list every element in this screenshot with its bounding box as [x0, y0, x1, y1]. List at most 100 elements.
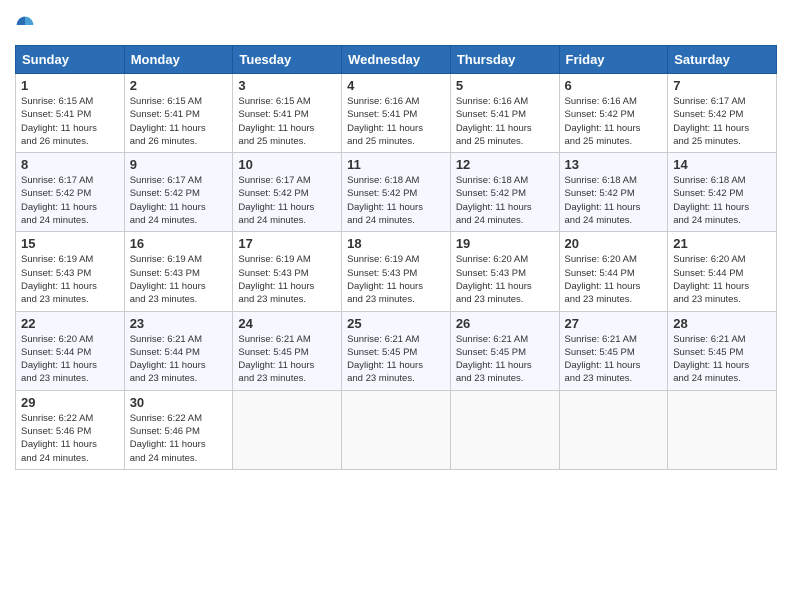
day-number: 25 [347, 316, 445, 331]
calendar-cell: 21 Sunrise: 6:20 AM Sunset: 5:44 PM Dayli… [668, 232, 777, 311]
day-info: Sunrise: 6:21 AM Sunset: 5:45 PM Dayligh… [673, 333, 771, 386]
calendar-cell: 16 Sunrise: 6:19 AM Sunset: 5:43 PM Dayli… [124, 232, 233, 311]
day-number: 6 [565, 78, 663, 93]
day-number: 30 [130, 395, 228, 410]
day-info: Sunrise: 6:18 AM Sunset: 5:42 PM Dayligh… [347, 174, 445, 227]
calendar-cell: 19 Sunrise: 6:20 AM Sunset: 5:43 PM Dayli… [450, 232, 559, 311]
day-info: Sunrise: 6:21 AM Sunset: 5:45 PM Dayligh… [347, 333, 445, 386]
calendar-cell: 4 Sunrise: 6:16 AM Sunset: 5:41 PM Daylig… [342, 74, 451, 153]
day-info: Sunrise: 6:17 AM Sunset: 5:42 PM Dayligh… [673, 95, 771, 148]
calendar-week-row: 29 Sunrise: 6:22 AM Sunset: 5:46 PM Dayli… [16, 390, 777, 469]
calendar-cell: 12 Sunrise: 6:18 AM Sunset: 5:42 PM Dayli… [450, 153, 559, 232]
calendar-cell [342, 390, 451, 469]
day-number: 28 [673, 316, 771, 331]
day-number: 27 [565, 316, 663, 331]
day-info: Sunrise: 6:18 AM Sunset: 5:42 PM Dayligh… [456, 174, 554, 227]
day-number: 7 [673, 78, 771, 93]
day-number: 4 [347, 78, 445, 93]
day-number: 26 [456, 316, 554, 331]
column-header-tuesday: Tuesday [233, 46, 342, 74]
calendar-cell: 17 Sunrise: 6:19 AM Sunset: 5:43 PM Dayli… [233, 232, 342, 311]
column-header-thursday: Thursday [450, 46, 559, 74]
day-number: 15 [21, 236, 119, 251]
day-number: 12 [456, 157, 554, 172]
day-info: Sunrise: 6:15 AM Sunset: 5:41 PM Dayligh… [130, 95, 228, 148]
calendar-cell: 28 Sunrise: 6:21 AM Sunset: 5:45 PM Dayli… [668, 311, 777, 390]
day-number: 9 [130, 157, 228, 172]
day-info: Sunrise: 6:16 AM Sunset: 5:42 PM Dayligh… [565, 95, 663, 148]
calendar-cell [668, 390, 777, 469]
day-number: 23 [130, 316, 228, 331]
day-info: Sunrise: 6:19 AM Sunset: 5:43 PM Dayligh… [238, 253, 336, 306]
calendar-cell: 29Sunrise: 6:22 AM Sunset: 5:46 PM Dayli… [16, 390, 125, 469]
day-number: 8 [21, 157, 119, 172]
day-info: Sunrise: 6:16 AM Sunset: 5:41 PM Dayligh… [347, 95, 445, 148]
day-info: Sunrise: 6:15 AM Sunset: 5:41 PM Dayligh… [21, 95, 119, 148]
day-number: 10 [238, 157, 336, 172]
calendar-cell: 14Sunrise: 6:18 AM Sunset: 5:42 PM Dayli… [668, 153, 777, 232]
calendar-cell [450, 390, 559, 469]
calendar-cell: 13Sunrise: 6:18 AM Sunset: 5:42 PM Dayli… [559, 153, 668, 232]
day-info: Sunrise: 6:21 AM Sunset: 5:45 PM Dayligh… [238, 333, 336, 386]
calendar-cell: 5Sunrise: 6:16 AM Sunset: 5:41 PM Daylig… [450, 74, 559, 153]
day-number: 3 [238, 78, 336, 93]
calendar-cell: 8 Sunrise: 6:17 AM Sunset: 5:42 PM Daylig… [16, 153, 125, 232]
column-header-friday: Friday [559, 46, 668, 74]
column-header-sunday: Sunday [16, 46, 125, 74]
calendar-body: 1 Sunrise: 6:15 AM Sunset: 5:41 PM Daylig… [16, 74, 777, 470]
day-number: 2 [130, 78, 228, 93]
calendar-cell: 24 Sunrise: 6:21 AM Sunset: 5:45 PM Dayli… [233, 311, 342, 390]
day-info: Sunrise: 6:19 AM Sunset: 5:43 PM Dayligh… [347, 253, 445, 306]
day-number: 21 [673, 236, 771, 251]
calendar-week-row: 15 Sunrise: 6:19 AM Sunset: 5:43 PM Dayli… [16, 232, 777, 311]
day-info: Sunrise: 6:19 AM Sunset: 5:43 PM Dayligh… [130, 253, 228, 306]
calendar-cell [233, 390, 342, 469]
day-info: Sunrise: 6:22 AM Sunset: 5:46 PM Dayligh… [130, 412, 228, 465]
calendar-cell: 11 Sunrise: 6:18 AM Sunset: 5:42 PM Dayli… [342, 153, 451, 232]
day-info: Sunrise: 6:20 AM Sunset: 5:43 PM Dayligh… [456, 253, 554, 306]
day-number: 17 [238, 236, 336, 251]
day-info: Sunrise: 6:15 AM Sunset: 5:41 PM Dayligh… [238, 95, 336, 148]
day-number: 16 [130, 236, 228, 251]
day-info: Sunrise: 6:18 AM Sunset: 5:42 PM Dayligh… [565, 174, 663, 227]
calendar-cell: 20 Sunrise: 6:20 AM Sunset: 5:44 PM Dayli… [559, 232, 668, 311]
day-info: Sunrise: 6:21 AM Sunset: 5:44 PM Dayligh… [130, 333, 228, 386]
calendar-cell [559, 390, 668, 469]
day-number: 18 [347, 236, 445, 251]
logo-icon [15, 15, 35, 35]
day-number: 19 [456, 236, 554, 251]
calendar-cell: 25 Sunrise: 6:21 AM Sunset: 5:45 PM Dayli… [342, 311, 451, 390]
calendar-cell: 23 Sunrise: 6:21 AM Sunset: 5:44 PM Dayli… [124, 311, 233, 390]
calendar-cell: 27 Sunrise: 6:21 AM Sunset: 5:45 PM Dayli… [559, 311, 668, 390]
day-number: 11 [347, 157, 445, 172]
day-info: Sunrise: 6:21 AM Sunset: 5:45 PM Dayligh… [565, 333, 663, 386]
day-number: 1 [21, 78, 119, 93]
day-number: 24 [238, 316, 336, 331]
page-header [15, 15, 777, 35]
day-info: Sunrise: 6:19 AM Sunset: 5:43 PM Dayligh… [21, 253, 119, 306]
calendar-cell: 1 Sunrise: 6:15 AM Sunset: 5:41 PM Daylig… [16, 74, 125, 153]
day-number: 29 [21, 395, 119, 410]
calendar-cell: 30 Sunrise: 6:22 AM Sunset: 5:46 PM Dayli… [124, 390, 233, 469]
column-header-saturday: Saturday [668, 46, 777, 74]
calendar-cell: 26 Sunrise: 6:21 AM Sunset: 5:45 PM Dayli… [450, 311, 559, 390]
day-info: Sunrise: 6:21 AM Sunset: 5:45 PM Dayligh… [456, 333, 554, 386]
calendar-cell: 15 Sunrise: 6:19 AM Sunset: 5:43 PM Dayli… [16, 232, 125, 311]
day-info: Sunrise: 6:20 AM Sunset: 5:44 PM Dayligh… [673, 253, 771, 306]
day-number: 20 [565, 236, 663, 251]
calendar-cell: 9 Sunrise: 6:17 AM Sunset: 5:42 PM Daylig… [124, 153, 233, 232]
day-info: Sunrise: 6:17 AM Sunset: 5:42 PM Dayligh… [21, 174, 119, 227]
calendar-cell: 22Sunrise: 6:20 AM Sunset: 5:44 PM Dayli… [16, 311, 125, 390]
day-info: Sunrise: 6:20 AM Sunset: 5:44 PM Dayligh… [565, 253, 663, 306]
logo [15, 15, 39, 35]
calendar-header-row: SundayMondayTuesdayWednesdayThursdayFrid… [16, 46, 777, 74]
calendar-table: SundayMondayTuesdayWednesdayThursdayFrid… [15, 45, 777, 470]
day-number: 14 [673, 157, 771, 172]
column-header-wednesday: Wednesday [342, 46, 451, 74]
calendar-cell: 10Sunrise: 6:17 AM Sunset: 5:42 PM Dayli… [233, 153, 342, 232]
calendar-cell: 7 Sunrise: 6:17 AM Sunset: 5:42 PM Daylig… [668, 74, 777, 153]
day-number: 5 [456, 78, 554, 93]
day-info: Sunrise: 6:17 AM Sunset: 5:42 PM Dayligh… [130, 174, 228, 227]
calendar-week-row: 22Sunrise: 6:20 AM Sunset: 5:44 PM Dayli… [16, 311, 777, 390]
day-info: Sunrise: 6:20 AM Sunset: 5:44 PM Dayligh… [21, 333, 119, 386]
